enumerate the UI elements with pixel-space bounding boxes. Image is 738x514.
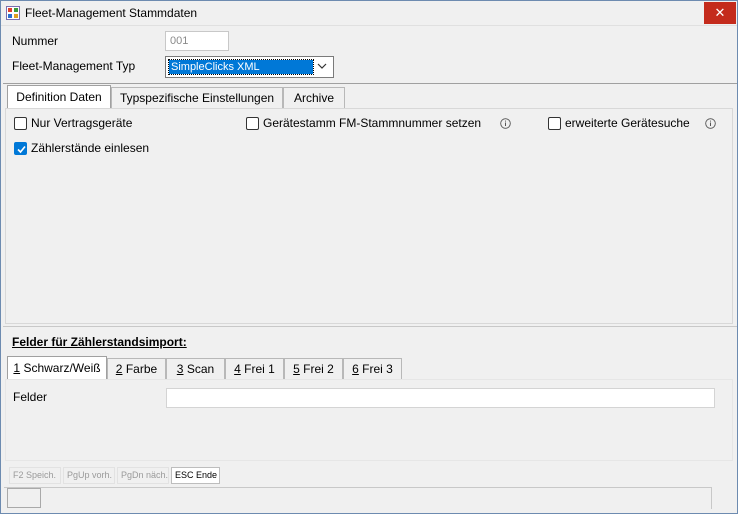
tab-scan[interactable]: 3 Scan — [166, 358, 225, 380]
tab-frei-2[interactable]: 5 Frei 2 — [284, 358, 343, 380]
counter-panel: Felder — [5, 379, 733, 461]
option-zaehlerstaende-einlesen[interactable]: Zählerstände einlesen — [14, 141, 164, 157]
option-erweiterte-geraetesuche[interactable]: erweiterte Gerätesuche — [548, 116, 708, 132]
felder-input[interactable] — [166, 388, 715, 408]
tab-schwarz-weiss[interactable]: 1 Schwarz/Weiß — [7, 356, 107, 380]
check-icon — [17, 145, 26, 154]
definition-tabs: Definition Daten Typspezifische Einstell… — [5, 85, 345, 109]
nummer-input[interactable]: 001 — [165, 31, 229, 51]
app-icon — [6, 6, 20, 20]
divider — [3, 83, 737, 84]
tab-definition-daten[interactable]: Definition Daten — [7, 85, 111, 109]
chevron-down-icon — [317, 63, 327, 69]
pgup-previous-button[interactable]: PgUp vorh. — [63, 467, 115, 484]
window-title: Fleet-Management Stammdaten — [25, 6, 198, 20]
tab-typspezifische-einstellungen[interactable]: Typspezifische Einstellungen — [111, 87, 283, 109]
pgdn-next-button[interactable]: PgDn näch. — [117, 467, 169, 484]
typ-label: Fleet-Management Typ — [12, 59, 136, 73]
f2-save-button[interactable]: F2 Speich. — [9, 467, 61, 484]
nummer-label: Nummer — [12, 34, 59, 48]
typ-select[interactable]: SimpleClicks XML — [165, 56, 334, 78]
info-icon[interactable] — [705, 118, 716, 129]
tab-frei-1[interactable]: 4 Frei 1 — [225, 358, 284, 380]
typ-selected-value: SimpleClicks XML — [168, 59, 314, 75]
status-bar — [4, 487, 712, 509]
counter-tabs: 1 Schwarz/Weiß 2 Farbe 3 Scan 4 Frei 1 5… — [5, 356, 405, 380]
checkbox[interactable] — [246, 117, 259, 130]
esc-end-button[interactable]: ESC Ende — [171, 467, 220, 484]
close-icon: ✕ — [714, 5, 726, 20]
info-icon[interactable] — [500, 118, 511, 129]
checkbox[interactable] — [548, 117, 561, 130]
status-cell — [7, 488, 41, 508]
felder-label: Felder — [13, 390, 48, 404]
checkbox-checked[interactable] — [14, 142, 27, 155]
section-title: Felder für Zählerstandsimport: — [12, 335, 187, 349]
definition-panel: Nur Vertragsgeräte Gerätestamm FM-Stammn… — [5, 108, 733, 324]
tab-frei-3[interactable]: 6 Frei 3 — [343, 358, 402, 380]
option-fm-stammnummer[interactable]: Gerätestamm FM-Stammnummer setzen — [246, 116, 506, 132]
tab-farbe[interactable]: 2 Farbe — [107, 358, 166, 380]
tab-archive[interactable]: Archive — [283, 87, 345, 109]
option-nur-vertragsgeraete[interactable]: Nur Vertragsgeräte — [14, 116, 164, 132]
title-bar[interactable]: Fleet-Management Stammdaten ✕ — [1, 1, 737, 26]
close-button[interactable]: ✕ — [704, 2, 736, 24]
main-window: Fleet-Management Stammdaten ✕ Nummer 001… — [0, 0, 738, 514]
checkbox[interactable] — [14, 117, 27, 130]
divider — [3, 326, 737, 327]
